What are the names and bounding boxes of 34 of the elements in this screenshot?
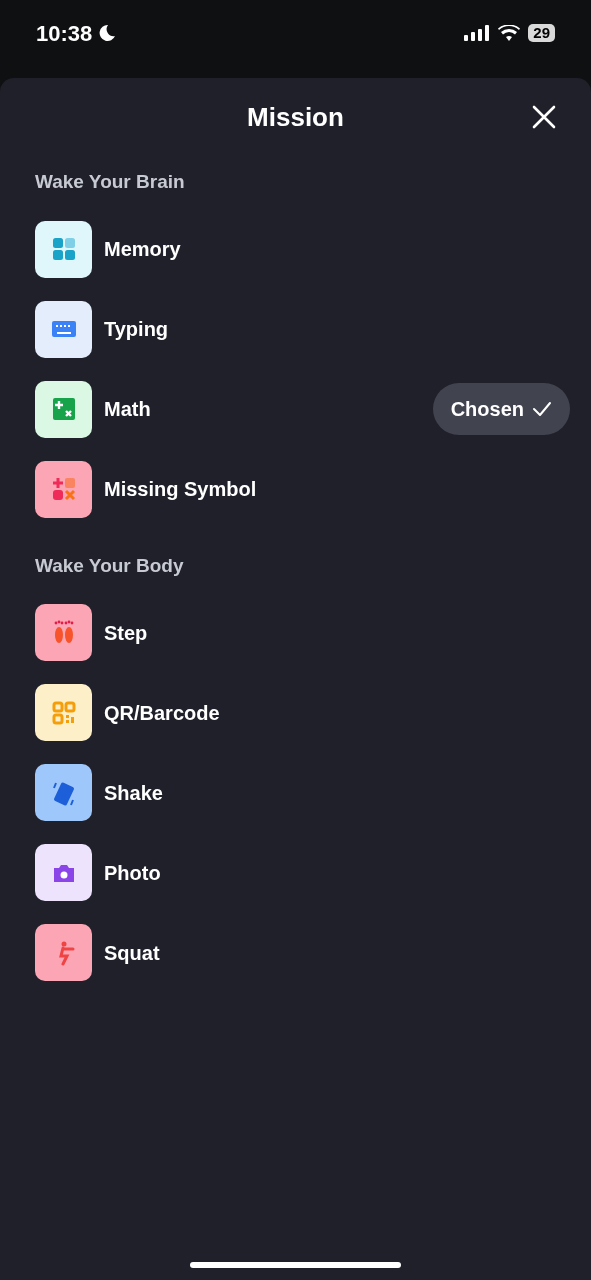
mission-label: Missing Symbol bbox=[104, 477, 258, 502]
signal-icon bbox=[464, 25, 491, 41]
moon-icon bbox=[98, 24, 117, 42]
mission-item[interactable]: Math Chosen bbox=[0, 380, 591, 438]
close-button[interactable] bbox=[531, 104, 557, 130]
mission-label: Math bbox=[104, 397, 152, 422]
checkmark-icon bbox=[532, 401, 552, 417]
mission-label: Photo bbox=[104, 860, 162, 886]
chosen-label: Chosen bbox=[450, 397, 524, 422]
mission-item[interactable]: QR/Barcode bbox=[0, 684, 591, 741]
grid-icon bbox=[50, 236, 77, 262]
status-time: 10:38 bbox=[36, 19, 93, 48]
mission-label: Shake bbox=[104, 780, 164, 806]
mission-item[interactable]: Shake bbox=[0, 764, 591, 821]
mission-item[interactable]: Step bbox=[0, 604, 591, 661]
sheet-title: Mission bbox=[247, 100, 344, 134]
mission-item[interactable]: Missing Symbol bbox=[0, 460, 591, 518]
plus-times-icon bbox=[50, 396, 77, 422]
wifi-icon bbox=[498, 25, 521, 41]
symbols-icon bbox=[50, 476, 77, 502]
mission-item[interactable]: Squat bbox=[0, 924, 591, 981]
close-icon bbox=[532, 105, 556, 129]
section-heading: Wake Your Body bbox=[34, 553, 185, 578]
mission-label: Memory bbox=[104, 237, 182, 262]
qr-code-icon bbox=[50, 699, 77, 726]
mission-label: Squat bbox=[104, 940, 161, 966]
mission-label: Typing bbox=[104, 317, 170, 342]
mission-item[interactable]: Photo bbox=[0, 844, 591, 901]
battery-level: 29 bbox=[528, 24, 555, 42]
mission-item[interactable]: Memory bbox=[0, 220, 591, 278]
mission-label: Step bbox=[104, 620, 149, 646]
mission-item[interactable]: Typing bbox=[0, 300, 591, 358]
mission-label: QR/Barcode bbox=[104, 700, 221, 726]
section-heading: Wake Your Brain bbox=[34, 170, 186, 194]
